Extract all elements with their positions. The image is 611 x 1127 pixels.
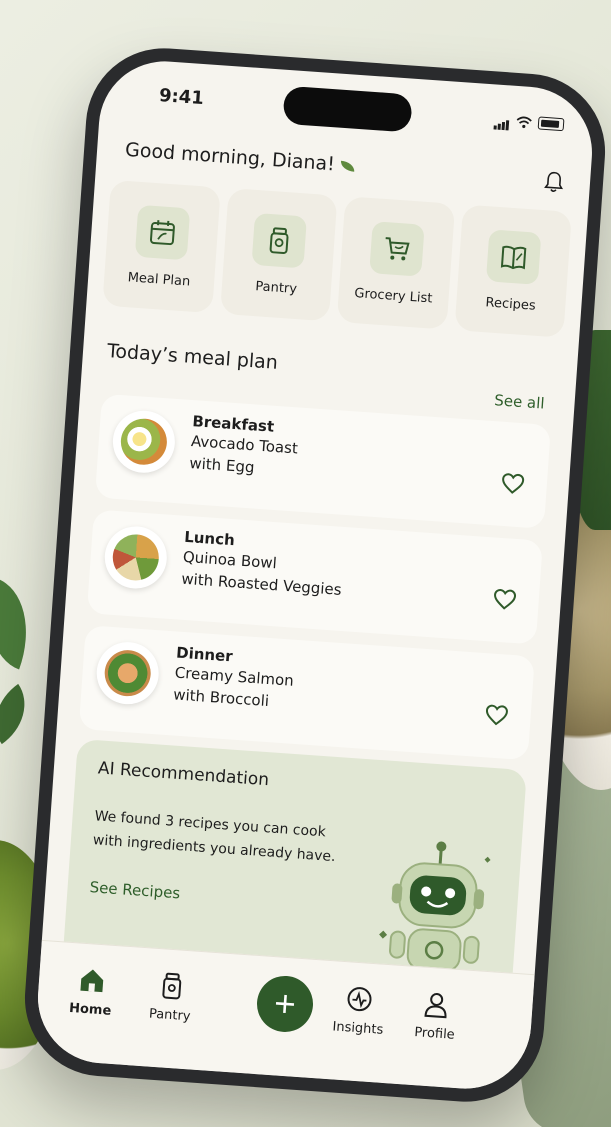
dynamic-island	[282, 85, 413, 133]
meal-text: Breakfast Avocado Toast with Egg	[189, 412, 300, 481]
greeting-heading: Good morning, Diana!	[124, 138, 356, 177]
quick-action-grocery-list[interactable]: Grocery List	[336, 196, 455, 330]
meal-image	[110, 408, 177, 475]
meal-text: Lunch Quinoa Bowl with Roasted Veggies	[181, 528, 345, 601]
notification-bell-icon[interactable]	[543, 170, 564, 193]
status-time: 9:41	[158, 84, 205, 110]
nav-pantry[interactable]: Pantry	[148, 971, 193, 1025]
quick-action-meal-plan[interactable]: Meal Plan	[102, 179, 221, 314]
status-icons	[493, 110, 565, 134]
ai-title: AI Recommendation	[97, 758, 270, 791]
jar-icon	[162, 972, 182, 1000]
profile-icon	[424, 993, 447, 1019]
phone-frame: 9:41 Good morning, Diana! Meal Plan Pant…	[19, 43, 611, 1107]
ai-text: We found 3 recipes you can cook with ing…	[92, 808, 337, 866]
leaf-icon	[340, 160, 356, 172]
cart-icon	[368, 220, 425, 277]
nav-home[interactable]: Home	[69, 965, 115, 1019]
quick-action-pantry[interactable]: Pantry	[219, 188, 338, 322]
meal-plan-title: Today’s meal plan	[106, 339, 279, 374]
battery-icon	[537, 116, 565, 132]
meal-text: Dinner Creamy Salmon with Broccoli	[173, 644, 296, 714]
meal-image	[102, 524, 169, 591]
heart-icon[interactable]	[484, 703, 509, 727]
heart-icon[interactable]	[492, 587, 517, 611]
home-icon	[80, 969, 104, 993]
nav-label: Home	[68, 1000, 112, 1019]
book-icon	[486, 228, 542, 285]
greeting-text: Good morning, Diana!	[124, 138, 336, 176]
wifi-icon	[516, 116, 532, 128]
see-recipes-link[interactable]: See Recipes	[89, 878, 181, 902]
calendar-icon	[134, 204, 191, 260]
spinach-leaf-decor	[0, 578, 46, 670]
quick-action-label: Pantry	[254, 278, 298, 297]
signal-icon	[493, 110, 511, 131]
quick-action-recipes[interactable]: Recipes	[453, 204, 572, 338]
app-screen: 9:41 Good morning, Diana! Meal Plan Pant…	[33, 56, 597, 1094]
add-button[interactable]	[255, 974, 315, 1034]
quick-action-label: Recipes	[485, 294, 537, 314]
nav-label: Profile	[413, 1025, 456, 1043]
nav-profile[interactable]: Profile	[414, 989, 458, 1043]
meal-card-breakfast[interactable]: Breakfast Avocado Toast with Egg	[94, 393, 552, 529]
quick-actions: Meal Plan Pantry Grocery List Recipes	[102, 179, 572, 338]
quick-action-label: Grocery List	[353, 285, 433, 306]
nav-label: Pantry	[148, 1006, 192, 1025]
nav-label: Insights	[332, 1019, 384, 1038]
heart-icon[interactable]	[500, 472, 525, 496]
spinach-leaf-decor	[0, 683, 42, 745]
jar-icon	[251, 212, 308, 268]
meal-card-dinner[interactable]: Dinner Creamy Salmon with Broccoli	[78, 625, 535, 761]
see-all-link[interactable]: See all	[494, 391, 545, 412]
meal-card-lunch[interactable]: Lunch Quinoa Bowl with Roasted Veggies	[86, 509, 543, 645]
insights-icon	[347, 987, 372, 1012]
quick-action-label: Meal Plan	[127, 269, 191, 290]
meal-image	[94, 640, 161, 707]
plus-icon	[275, 994, 295, 1014]
nav-insights[interactable]: Insights	[332, 983, 386, 1038]
